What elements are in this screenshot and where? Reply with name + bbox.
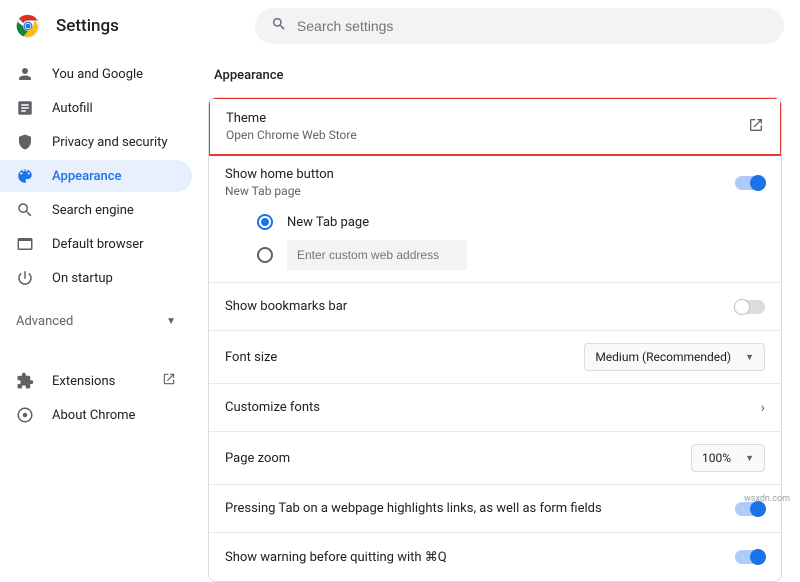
fontsize-select[interactable]: Medium (Recommended) ▼ [584, 343, 765, 371]
home-option-custom[interactable] [257, 240, 765, 270]
sidebar-item-label: About Chrome [52, 408, 135, 423]
sidebar-item-label: Autofill [52, 101, 93, 116]
sidebar-item-extensions[interactable]: Extensions [0, 365, 192, 397]
show-home-label: Show home button [225, 167, 723, 182]
customfonts-row[interactable]: Customize fonts › [209, 384, 781, 432]
person-icon [16, 65, 34, 83]
show-home-sublabel: New Tab page [225, 184, 723, 198]
sidebar-item-label: Search engine [52, 203, 134, 218]
sidebar-item-label: Appearance [52, 169, 121, 184]
zoom-row: Page zoom 100% ▼ [209, 432, 781, 485]
fontsize-label: Font size [225, 350, 572, 365]
customfonts-label: Customize fonts [225, 400, 749, 415]
bookmarks-toggle[interactable] [735, 300, 765, 314]
sidebar-item-on-startup[interactable]: On startup [0, 262, 192, 294]
zoom-select[interactable]: 100% ▼ [691, 444, 765, 472]
shield-icon [16, 133, 34, 151]
theme-label: Theme [226, 111, 736, 126]
advanced-label: Advanced [16, 314, 73, 329]
page-title: Settings [56, 16, 119, 36]
open-external-icon [162, 372, 176, 390]
show-home-row: Show home button New Tab page [209, 155, 781, 210]
sidebar-item-about[interactable]: About Chrome [0, 399, 192, 431]
appearance-icon [16, 167, 34, 185]
sidebar-item-label: On startup [52, 271, 113, 286]
sidebar-item-privacy[interactable]: Privacy and security [0, 126, 192, 158]
sidebar-item-search-engine[interactable]: Search engine [0, 194, 192, 226]
open-external-icon [748, 117, 764, 137]
quit-warning-toggle[interactable] [735, 550, 765, 564]
fontsize-row: Font size Medium (Recommended) ▼ [209, 331, 781, 384]
home-option-newtab[interactable]: New Tab page [257, 214, 765, 230]
tab-highlight-row: Pressing Tab on a webpage highlights lin… [209, 485, 781, 533]
radio-selected-icon [257, 214, 273, 230]
power-icon [16, 269, 34, 287]
quit-warning-row: Show warning before quitting with ⌘Q [209, 533, 781, 581]
zoom-label: Page zoom [225, 451, 679, 466]
show-home-toggle[interactable] [735, 176, 765, 190]
theme-row[interactable]: Theme Open Chrome Web Store [210, 99, 780, 154]
search-engine-icon [16, 201, 34, 219]
radio-unselected-icon [257, 247, 273, 263]
sidebar-item-appearance[interactable]: Appearance [0, 160, 192, 192]
advanced-toggle[interactable]: Advanced ▼ [0, 302, 192, 341]
fontsize-value: Medium (Recommended) [595, 350, 731, 364]
custom-address-input[interactable] [287, 240, 467, 270]
sidebar-item-label: Extensions [52, 374, 115, 389]
chrome-outline-icon [16, 406, 34, 424]
tab-highlight-label: Pressing Tab on a webpage highlights lin… [225, 501, 723, 516]
bookmarks-label: Show bookmarks bar [225, 299, 723, 314]
autofill-icon [16, 99, 34, 117]
browser-icon [16, 235, 34, 253]
search-input[interactable] [297, 18, 768, 34]
zoom-value: 100% [702, 451, 731, 465]
chrome-logo-icon [16, 14, 40, 38]
search-settings[interactable] [255, 8, 784, 44]
bookmarks-row: Show bookmarks bar [209, 283, 781, 331]
sidebar-item-label: Privacy and security [52, 135, 168, 150]
chevron-down-icon: ▼ [166, 316, 176, 327]
watermark: wsxdn.com [744, 494, 790, 504]
sidebar-item-autofill[interactable]: Autofill [0, 92, 192, 124]
chevron-down-icon: ▼ [745, 352, 754, 363]
home-option-newtab-label: New Tab page [287, 215, 369, 230]
sidebar-item-you-and-google[interactable]: You and Google [0, 58, 192, 90]
extension-icon [16, 372, 34, 390]
theme-sublabel: Open Chrome Web Store [226, 128, 736, 142]
chevron-right-icon: › [761, 400, 765, 416]
chevron-down-icon: ▼ [745, 453, 754, 464]
quit-warning-label: Show warning before quitting with ⌘Q [225, 550, 723, 565]
sidebar-item-label: Default browser [52, 237, 144, 252]
section-title: Appearance [214, 68, 782, 83]
sidebar-item-label: You and Google [52, 67, 143, 82]
search-icon [271, 16, 287, 36]
sidebar-item-default-browser[interactable]: Default browser [0, 228, 192, 260]
